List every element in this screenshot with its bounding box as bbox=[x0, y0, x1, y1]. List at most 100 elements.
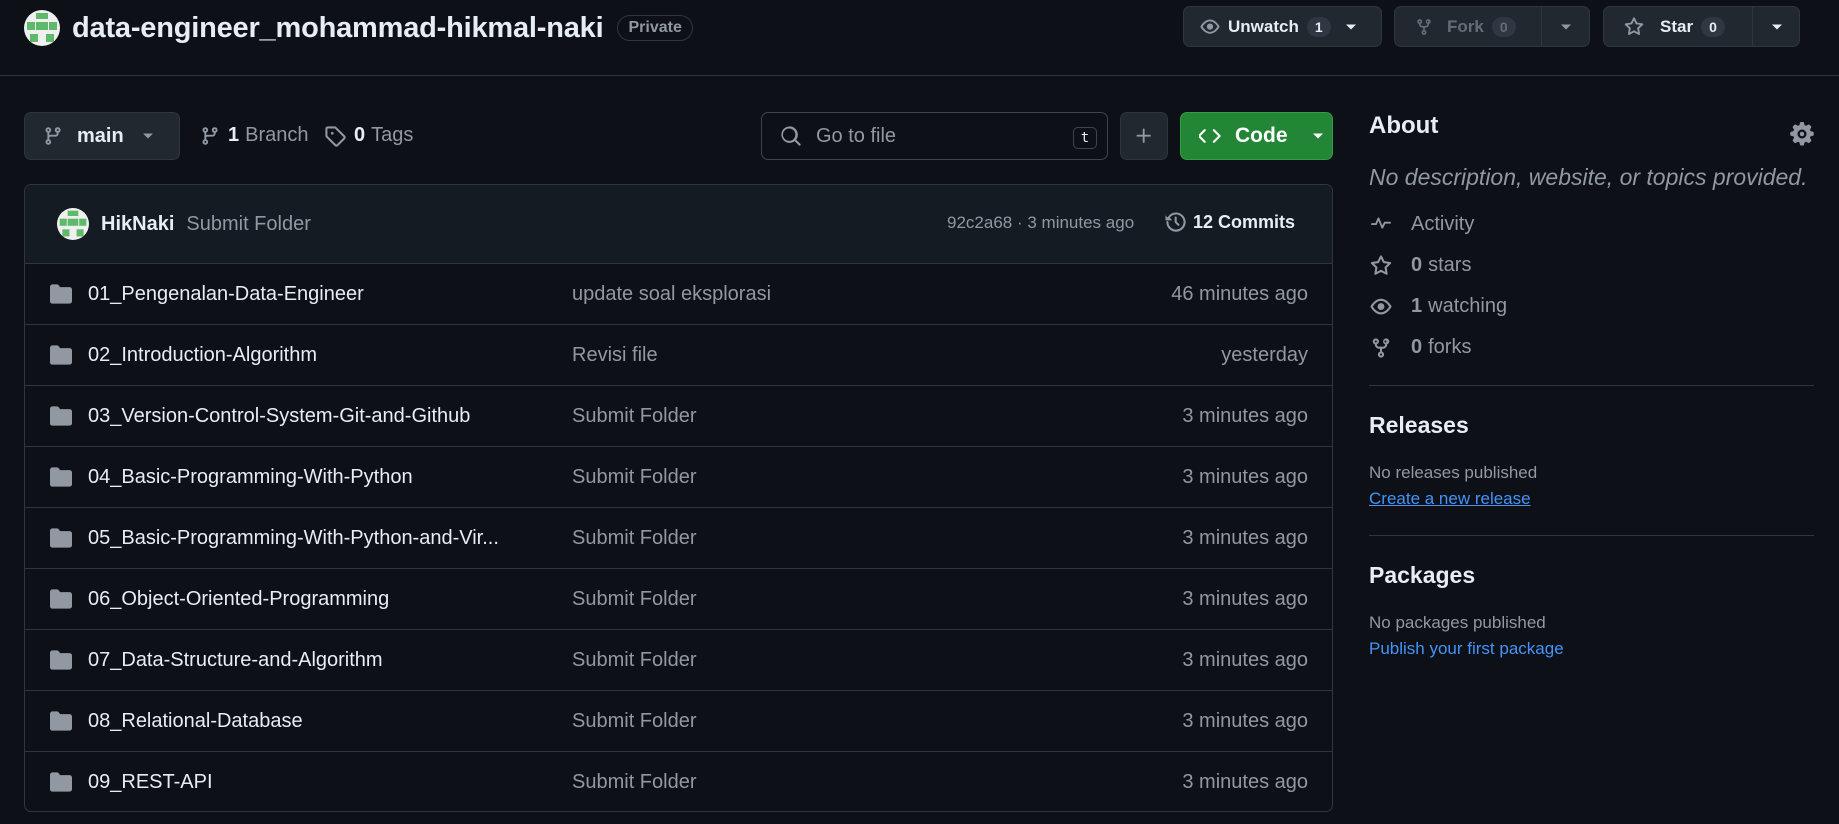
fork-dropdown-button[interactable] bbox=[1542, 7, 1572, 46]
forks-count: 0 bbox=[1411, 336, 1423, 358]
fork-button-group: Fork 0 bbox=[1394, 6, 1590, 47]
repo-name-link[interactable]: data-engineer_mohammad-hikmal-naki bbox=[72, 12, 604, 45]
file-name-link[interactable]: 07_Data-Structure-and-Algorithm bbox=[88, 649, 383, 672]
file-commit-message-link[interactable]: Submit Folder bbox=[572, 710, 697, 733]
releases-title[interactable]: Releases bbox=[1369, 412, 1814, 439]
watching-count: 1 bbox=[1411, 295, 1423, 317]
file-commit-message-link[interactable]: Submit Folder bbox=[572, 466, 697, 489]
file-row[interactable]: 05_Basic-Programming-With-Python-and-Vir… bbox=[25, 508, 1332, 569]
file-name-link[interactable]: 01_Pengenalan-Data-Engineer bbox=[88, 283, 364, 306]
fork-button[interactable]: Fork 0 bbox=[1395, 7, 1541, 46]
file-commit-message-link[interactable]: Submit Folder bbox=[572, 649, 697, 672]
commit-message-link[interactable]: Submit Folder bbox=[186, 213, 311, 236]
file-name-link[interactable]: 02_Introduction-Algorithm bbox=[88, 344, 317, 367]
activity-link[interactable]: Activity bbox=[1369, 213, 1814, 236]
file-name-link[interactable]: 06_Object-Oriented-Programming bbox=[88, 588, 389, 611]
file-commit-message-link[interactable]: Revisi file bbox=[572, 344, 658, 367]
create-release-link[interactable]: Create a new release bbox=[1369, 489, 1814, 509]
forks-link[interactable]: 0 forks bbox=[1369, 336, 1814, 359]
file-commit-time: 3 minutes ago bbox=[1182, 527, 1308, 549]
file-row[interactable]: 08_Relational-Database Submit Folder 3 m… bbox=[25, 691, 1332, 752]
file-row[interactable]: 09_REST-API Submit Folder 3 minutes ago bbox=[25, 752, 1332, 811]
star-dropdown-button[interactable] bbox=[1753, 7, 1783, 46]
section-divider bbox=[1369, 535, 1814, 536]
fork-icon bbox=[1369, 337, 1393, 359]
folder-icon bbox=[49, 771, 73, 799]
plus-icon bbox=[1134, 126, 1154, 146]
commit-author-link[interactable]: HikNaki bbox=[101, 213, 174, 236]
file-row[interactable]: 03_Version-Control-System-Git-and-Github… bbox=[25, 386, 1332, 447]
watching-link[interactable]: 1 watching bbox=[1369, 295, 1814, 318]
stars-count: 0 bbox=[1411, 254, 1423, 276]
search-placeholder: Go to file bbox=[816, 124, 897, 147]
code-button[interactable]: Code bbox=[1180, 112, 1333, 160]
folder-icon bbox=[49, 649, 73, 677]
file-name-link[interactable]: 08_Relational-Database bbox=[88, 710, 303, 733]
caret-down-icon bbox=[1345, 23, 1357, 31]
file-row[interactable]: 07_Data-Structure-and-Algorithm Submit F… bbox=[25, 630, 1332, 691]
stars-link[interactable]: 0 stars bbox=[1369, 254, 1814, 277]
file-commit-message-link[interactable]: Submit Folder bbox=[572, 588, 697, 611]
watch-button-group: Unwatch 1 bbox=[1183, 6, 1382, 47]
star-button-group: Star 0 bbox=[1603, 6, 1800, 47]
star-button[interactable]: Star 0 bbox=[1604, 7, 1752, 46]
repo-avatar-icon[interactable] bbox=[24, 10, 60, 46]
eye-icon bbox=[1200, 17, 1220, 37]
about-title: About bbox=[1369, 112, 1439, 139]
go-to-file-input[interactable]: Go to file t bbox=[761, 112, 1108, 160]
caret-down-icon bbox=[1771, 23, 1783, 31]
branch-selector-button[interactable]: main bbox=[24, 112, 180, 160]
tags-link[interactable]: 0 Tags bbox=[324, 124, 413, 147]
tags-count: 0 bbox=[354, 124, 366, 146]
search-icon bbox=[780, 125, 802, 147]
file-commit-time: 3 minutes ago bbox=[1182, 649, 1308, 671]
file-row[interactable]: 06_Object-Oriented-Programming Submit Fo… bbox=[25, 569, 1332, 630]
branches-label: Branch bbox=[245, 124, 309, 146]
packages-section: Packages No packages published Publish y… bbox=[1369, 562, 1814, 659]
file-commit-message-link[interactable]: Submit Folder bbox=[572, 771, 697, 794]
file-name-link[interactable]: 03_Version-Control-System-Git-and-Github bbox=[88, 405, 470, 428]
caret-down-icon bbox=[1560, 23, 1572, 31]
branch-icon bbox=[200, 125, 220, 147]
file-row[interactable]: 01_Pengenalan-Data-Engineer update soal … bbox=[25, 264, 1332, 325]
stars-label: stars bbox=[1428, 254, 1472, 276]
unwatch-button[interactable]: Unwatch 1 bbox=[1184, 7, 1356, 46]
file-name-link[interactable]: 04_Basic-Programming-With-Python bbox=[88, 466, 413, 489]
history-icon bbox=[1165, 211, 1187, 233]
author-avatar[interactable] bbox=[57, 208, 89, 240]
file-row[interactable]: 02_Introduction-Algorithm Revisi file ye… bbox=[25, 325, 1332, 386]
file-name-link[interactable]: 09_REST-API bbox=[88, 771, 213, 794]
fork-counter: 0 bbox=[1491, 16, 1516, 37]
file-row[interactable]: 04_Basic-Programming-With-Python Submit … bbox=[25, 447, 1332, 508]
star-counter: 0 bbox=[1701, 16, 1725, 37]
file-name-link[interactable]: 05_Basic-Programming-With-Python-and-Vir… bbox=[88, 527, 499, 550]
folder-icon bbox=[49, 710, 73, 738]
add-file-button[interactable] bbox=[1120, 112, 1168, 160]
publish-package-link[interactable]: Publish your first package bbox=[1369, 639, 1814, 659]
forks-label: forks bbox=[1428, 336, 1472, 358]
file-commit-time: 3 minutes ago bbox=[1182, 771, 1308, 793]
file-commit-message-link[interactable]: update soal eksplorasi bbox=[572, 283, 771, 306]
latest-commit-bar: HikNaki Submit Folder 92c2a68 · 3 minute… bbox=[25, 185, 1332, 264]
folder-icon bbox=[49, 466, 73, 494]
gear-icon[interactable] bbox=[1790, 122, 1814, 151]
star-icon bbox=[1624, 16, 1644, 37]
star-icon bbox=[1369, 254, 1393, 277]
branches-link[interactable]: 1 Branch bbox=[200, 124, 309, 147]
activity-label: Activity bbox=[1411, 213, 1475, 235]
file-commit-message-link[interactable]: Submit Folder bbox=[572, 527, 697, 550]
section-divider bbox=[1369, 385, 1814, 386]
packages-empty-text: No packages published bbox=[1369, 613, 1546, 632]
file-commit-time: 3 minutes ago bbox=[1182, 405, 1308, 427]
pulse-icon bbox=[1369, 215, 1393, 235]
folder-icon bbox=[49, 344, 73, 372]
file-commit-message-link[interactable]: Submit Folder bbox=[572, 405, 697, 428]
commits-history-link[interactable]: 12 Commits bbox=[1165, 211, 1295, 233]
watching-label: watching bbox=[1428, 295, 1508, 317]
about-description: No description, website, or topics provi… bbox=[1369, 164, 1808, 190]
packages-title[interactable]: Packages bbox=[1369, 562, 1814, 589]
tags-label: Tags bbox=[371, 124, 414, 146]
watch-counter: 1 bbox=[1306, 16, 1331, 37]
commit-hash-link[interactable]: 92c2a68 bbox=[947, 213, 1012, 232]
branch-name: main bbox=[77, 124, 124, 147]
